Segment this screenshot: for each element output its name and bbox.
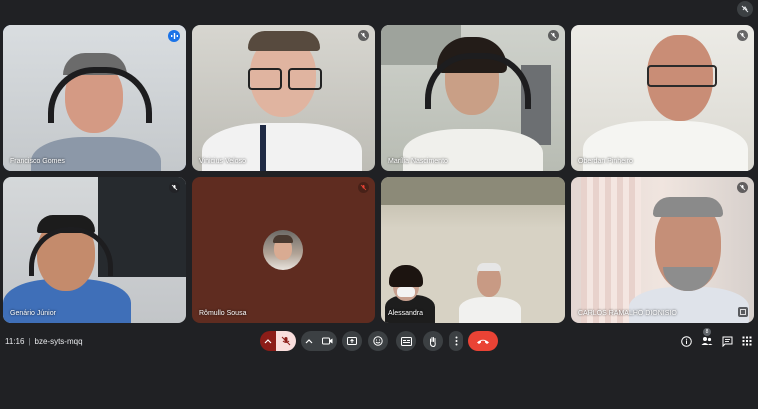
participant-tile-genario-junior[interactable]: Genário Júnior xyxy=(3,177,186,323)
video-feed xyxy=(381,177,565,323)
participant-name: Alessandra xyxy=(388,310,424,317)
video-feed xyxy=(571,25,754,171)
mic-off-icon xyxy=(281,336,291,346)
reactions-button[interactable] xyxy=(368,331,388,351)
camera-icon xyxy=(321,337,332,345)
participant-tile-vinicius-veloso[interactable]: Vinicius Veloso xyxy=(192,25,375,171)
video-feed xyxy=(3,177,186,323)
chevron-up-icon xyxy=(305,339,313,344)
participant-name: CARLOS RAMALHO DIONISIO xyxy=(578,310,677,317)
meeting-code[interactable]: bze-syts-mqq xyxy=(35,337,83,346)
meeting-toolbar: 11:16 | bze-syts-mqq 8 xyxy=(0,328,758,356)
mic-off-icon xyxy=(169,182,180,193)
people-button[interactable]: 8 xyxy=(699,328,715,349)
chat-button[interactable] xyxy=(719,333,735,349)
participant-tile-carlos-ramalho-dionisio[interactable]: CARLOS RAMALHO DIONISIO xyxy=(571,177,754,323)
info-icon xyxy=(680,335,692,347)
participant-name: Francisco Gomes xyxy=(10,158,65,165)
present-button[interactable] xyxy=(342,331,362,351)
captions-button[interactable] xyxy=(396,331,416,351)
video-feed xyxy=(192,25,375,171)
participant-name: Rômullo Sousa xyxy=(199,310,247,317)
mic-off-icon xyxy=(737,30,748,41)
top-right-status-icon[interactable] xyxy=(737,1,753,17)
participant-name: Oberdan Pinheiro xyxy=(578,158,633,165)
raise-hand-icon xyxy=(429,336,436,347)
pin-icon[interactable] xyxy=(738,307,748,317)
more-options-icon xyxy=(455,336,457,346)
mic-toggle-button[interactable] xyxy=(276,331,296,351)
raise-hand-button[interactable] xyxy=(423,331,443,351)
participant-name: Vinicius Veloso xyxy=(199,158,246,165)
mic-off-icon xyxy=(358,30,369,41)
end-call-icon xyxy=(477,339,489,344)
participant-tile-francisco-gomes[interactable]: Francisco Gomes xyxy=(3,25,186,171)
captions-icon xyxy=(400,336,412,346)
video-feed xyxy=(381,25,565,171)
participant-tile-oberdan-pinheiro[interactable]: Oberdan Pinheiro xyxy=(571,25,754,171)
participant-name: Genário Júnior xyxy=(10,310,56,317)
camera-options-button[interactable] xyxy=(301,331,317,351)
mic-off-icon xyxy=(737,182,748,193)
meeting-details-button[interactable] xyxy=(678,333,694,349)
end-call-button[interactable] xyxy=(468,331,498,351)
mic-off-icon xyxy=(548,30,559,41)
mic-options-button[interactable] xyxy=(260,331,276,351)
participant-tile-romullo-sousa[interactable]: Rômullo Sousa xyxy=(192,177,375,323)
participant-tile-marilia-nascimento[interactable]: Marília Nascimento xyxy=(381,25,565,171)
emoji-icon xyxy=(373,336,383,346)
avatar xyxy=(263,230,303,270)
chevron-up-icon xyxy=(264,339,272,344)
camera-toggle-button[interactable] xyxy=(317,331,337,351)
meeting-info: 11:16 | bze-syts-mqq xyxy=(5,337,83,346)
mic-off-icon xyxy=(358,182,369,193)
video-feed xyxy=(3,25,186,171)
chat-icon xyxy=(722,336,732,347)
people-icon xyxy=(701,337,713,345)
more-options-button[interactable] xyxy=(449,331,463,351)
people-count-badge: 8 xyxy=(703,328,711,336)
participant-name: Marília Nascimento xyxy=(388,158,448,165)
video-feed xyxy=(571,177,754,323)
activities-icon xyxy=(742,336,752,346)
speaking-indicator-icon xyxy=(168,30,180,42)
participant-tile-alessandra[interactable]: Alessandra xyxy=(381,177,565,323)
meeting-time: 11:16 xyxy=(5,337,25,346)
present-icon xyxy=(347,336,357,345)
activities-button[interactable] xyxy=(739,333,755,349)
